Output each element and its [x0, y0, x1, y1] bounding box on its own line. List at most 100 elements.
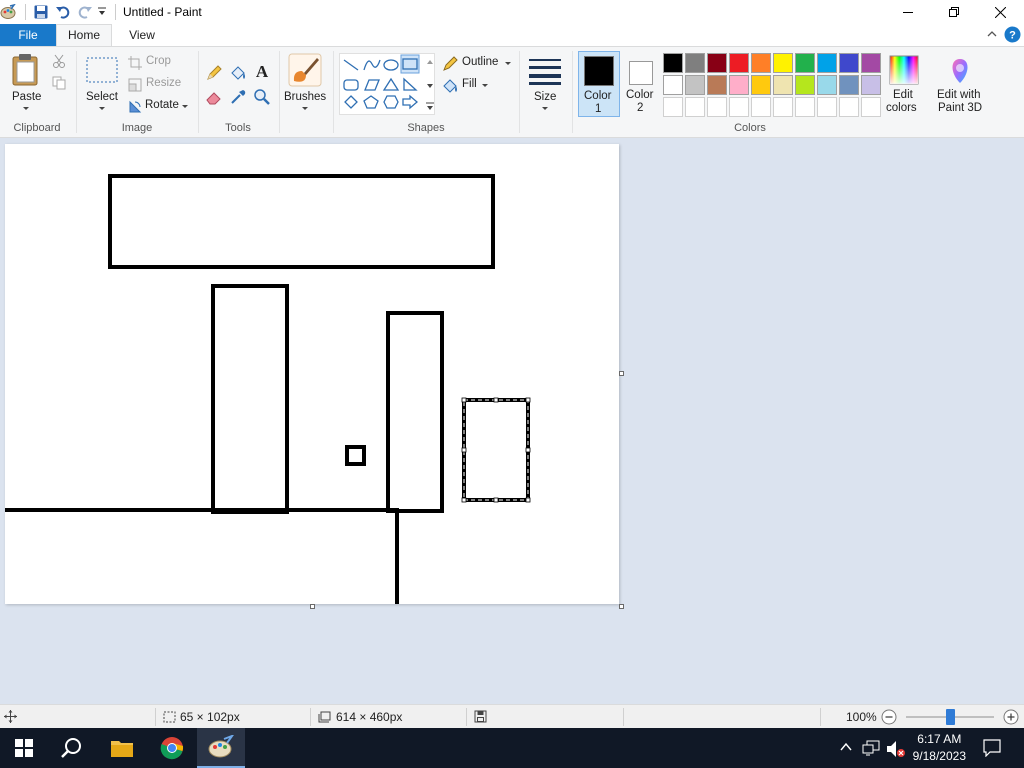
fill-button[interactable]: Fill — [442, 77, 502, 95]
network-icon[interactable] — [862, 740, 880, 759]
color1-label-line2: 1 — [595, 103, 602, 115]
palette-swatch[interactable] — [707, 75, 727, 95]
palette-swatch-empty[interactable] — [685, 97, 705, 117]
palette-swatch[interactable] — [707, 53, 727, 73]
clipboard-icon — [12, 54, 38, 86]
paint-app-icon[interactable] — [0, 3, 16, 23]
resize-button[interactable]: Resize — [128, 77, 188, 93]
redo-icon[interactable] — [77, 4, 93, 23]
palette-swatch[interactable] — [663, 75, 683, 95]
color2-button[interactable]: Color 2 — [622, 51, 660, 117]
brushes-button[interactable]: Brushes — [283, 51, 327, 117]
close-button[interactable] — [977, 0, 1023, 24]
palette-swatch[interactable] — [685, 53, 705, 73]
tab-file[interactable]: File — [0, 24, 56, 46]
palette-swatch-empty[interactable] — [663, 97, 683, 117]
palette-swatch-empty[interactable] — [817, 97, 837, 117]
collapse-ribbon-icon[interactable] — [986, 28, 998, 43]
palette-swatch[interactable] — [773, 53, 793, 73]
size-button[interactable]: Size — [525, 51, 565, 117]
tab-view[interactable]: View — [120, 24, 164, 46]
palette-swatch-empty[interactable] — [729, 97, 749, 117]
palette-swatch[interactable] — [795, 53, 815, 73]
ribbon: Paste Clipboard Select Crop Resize Rotat… — [0, 46, 1024, 138]
outline-button[interactable]: Outline — [442, 55, 514, 73]
zoom-in-button[interactable] — [1003, 709, 1019, 728]
copy-icon[interactable] — [52, 76, 66, 93]
action-center-icon[interactable] — [983, 739, 1001, 760]
chevron-down-icon — [482, 84, 488, 87]
canvas-resize-handle-corner[interactable] — [619, 604, 624, 609]
pencil-icon[interactable] — [205, 64, 223, 85]
edit-colors-button[interactable]: Edit colors — [884, 51, 924, 117]
palette-swatch[interactable] — [663, 53, 683, 73]
paint3d-label-line1: Edit with — [937, 89, 981, 101]
palette-swatch[interactable] — [817, 75, 837, 95]
paste-label: Paste — [12, 91, 42, 103]
magnifier-icon[interactable] — [253, 88, 271, 109]
palette-swatch[interactable] — [729, 75, 749, 95]
selection-handles — [461, 397, 531, 503]
fill-bucket-icon[interactable] — [229, 64, 247, 85]
help-icon[interactable]: ? — [1004, 26, 1021, 46]
canvas-resize-handle-bottom[interactable] — [310, 604, 315, 609]
palette-swatch[interactable] — [751, 75, 771, 95]
drawn-rectangle — [108, 174, 495, 269]
cut-icon[interactable] — [52, 54, 66, 71]
text-tool-icon[interactable]: A — [253, 62, 271, 83]
paint-taskbar-button[interactable] — [197, 728, 245, 768]
crop-button[interactable]: Crop — [128, 55, 188, 71]
image-size-icon — [318, 711, 331, 726]
palette-swatch[interactable] — [861, 75, 881, 95]
color1-label-line1: Color — [584, 90, 612, 102]
palette-swatch[interactable] — [861, 53, 881, 73]
resize-label: Resize — [146, 77, 182, 89]
drawing-canvas[interactable] — [5, 144, 619, 604]
taskbar-clock[interactable]: 6:17 AM 9/18/2023 — [913, 731, 966, 765]
start-button[interactable] — [0, 728, 48, 768]
select-button[interactable]: Select — [82, 51, 122, 117]
volume-muted-icon[interactable] — [886, 740, 906, 761]
minimize-button[interactable] — [885, 0, 931, 24]
palette-swatch[interactable] — [751, 53, 771, 73]
palette-swatch-empty[interactable] — [839, 97, 859, 117]
restore-button[interactable] — [931, 0, 977, 24]
palette-swatch[interactable] — [795, 75, 815, 95]
crop-icon — [128, 56, 142, 70]
paste-button[interactable]: Paste — [6, 51, 46, 117]
edit-with-paint3d-button[interactable]: Edit with Paint 3D — [932, 51, 988, 117]
save-icon[interactable] — [33, 4, 49, 23]
right-triangle-shape-icon — [403, 77, 418, 91]
file-explorer-button[interactable] — [98, 728, 146, 768]
chrome-button[interactable] — [148, 728, 196, 768]
undo-icon[interactable] — [55, 4, 71, 23]
tab-home[interactable]: Home — [56, 24, 112, 47]
color-picker-icon[interactable] — [229, 88, 247, 109]
eraser-icon[interactable] — [205, 88, 223, 109]
palette-swatch[interactable] — [685, 75, 705, 95]
palette-swatch-empty[interactable] — [795, 97, 815, 117]
zoom-slider-thumb[interactable] — [946, 709, 955, 725]
palette-swatch[interactable] — [817, 53, 837, 73]
palette-swatch[interactable] — [839, 75, 859, 95]
curve-shape-icon — [363, 59, 381, 71]
palette-swatch-empty[interactable] — [773, 97, 793, 117]
palette-swatch-empty[interactable] — [861, 97, 881, 117]
zoom-out-button[interactable] — [881, 709, 897, 728]
shapes-scroll[interactable] — [424, 54, 436, 114]
rotate-button[interactable]: Rotate — [128, 99, 194, 115]
fill-bucket-icon — [443, 79, 457, 93]
palette-swatch[interactable] — [839, 53, 859, 73]
rounded-rectangle-shape-icon — [343, 79, 359, 91]
palette-swatch-empty[interactable] — [751, 97, 771, 117]
palette-swatch-empty[interactable] — [707, 97, 727, 117]
palette-swatch[interactable] — [729, 53, 749, 73]
canvas-resize-handle-right[interactable] — [619, 371, 624, 376]
palette-swatch[interactable] — [773, 75, 793, 95]
show-hidden-icons-button[interactable] — [840, 741, 852, 756]
color1-button[interactable]: Color 1 — [578, 51, 620, 117]
zoom-slider[interactable] — [906, 709, 996, 725]
close-icon — [994, 6, 1006, 18]
search-button[interactable] — [48, 728, 96, 768]
customize-quick-access-icon[interactable] — [97, 6, 107, 21]
